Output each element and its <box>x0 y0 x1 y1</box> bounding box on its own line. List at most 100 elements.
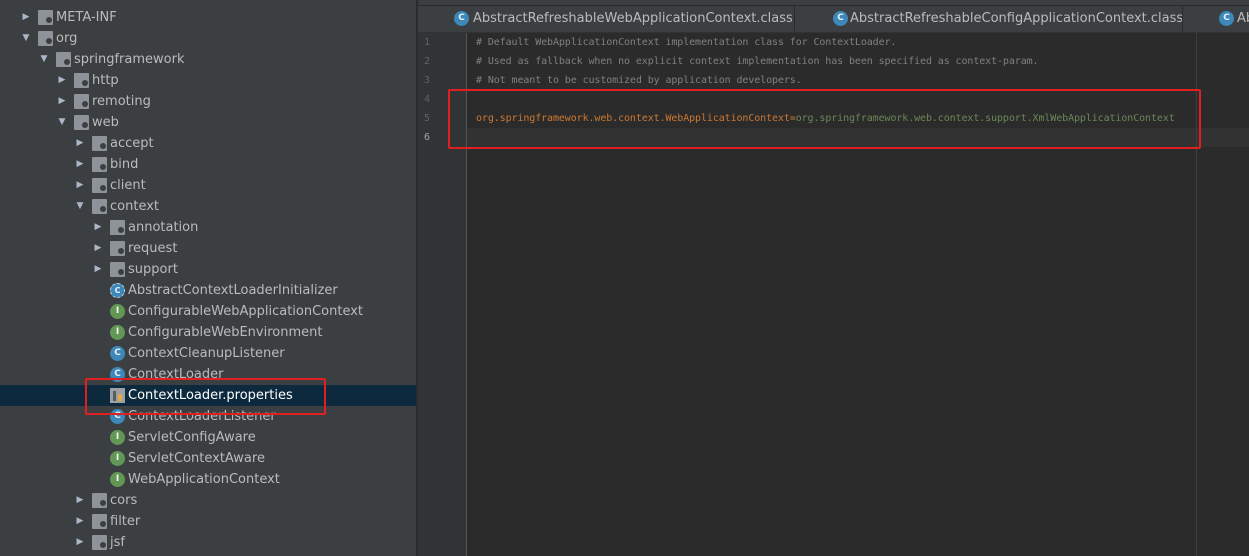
tree-item-label: META-INF <box>56 10 117 25</box>
class-file-icon: C <box>1219 11 1234 26</box>
line-number: 2 <box>423 56 430 67</box>
expand-arrow-right-icon[interactable]: ▶ <box>74 175 86 196</box>
tree-item-label: bind <box>110 157 139 172</box>
folder-icon <box>92 199 107 214</box>
line-number: 4 <box>423 94 430 105</box>
tree-item-label: jsf <box>110 535 125 550</box>
folder-icon <box>92 514 107 529</box>
expand-arrow-right-icon[interactable]: ▶ <box>20 7 32 28</box>
tree-item[interactable]: ▶ cors <box>0 490 416 511</box>
folder-icon <box>110 220 125 235</box>
tree-item[interactable]: ▶ support <box>0 259 416 280</box>
expand-arrow-down-icon[interactable]: ▼ <box>20 28 32 49</box>
tree-item-label: remoting <box>92 94 151 109</box>
tree-item-label: request <box>128 241 178 256</box>
folder-icon <box>74 73 89 88</box>
comment-line[interactable]: # Used as fallback when no explicit cont… <box>476 56 1039 67</box>
tree-item-label: AbstractContextLoaderInitializer <box>128 283 338 298</box>
folder-icon <box>92 136 107 151</box>
tree-item[interactable]: ▼ org <box>0 28 416 49</box>
interface-icon: I <box>110 430 125 445</box>
tree-item-label: client <box>110 178 146 193</box>
tab-overflow[interactable]: C Ab <box>1183 6 1249 32</box>
tab-label: Ab <box>1237 11 1249 26</box>
tree-item-label: springframework <box>74 52 185 67</box>
expand-arrow-right-icon[interactable]: ▶ <box>74 511 86 532</box>
abstract-class-icon: C <box>110 283 125 298</box>
tree-item[interactable]: ▶ filter <box>0 511 416 532</box>
folder-icon <box>110 241 125 256</box>
tab-bar-top-strip <box>418 0 1249 6</box>
line-number: 1 <box>423 37 430 48</box>
interface-icon: I <box>110 451 125 466</box>
expand-arrow-right-icon[interactable]: ▶ <box>74 154 86 175</box>
tree-item-label: ConfigurableWebApplicationContext <box>128 304 364 319</box>
tree-item-label: org <box>56 31 78 46</box>
tree-item-label: ServletContextAware <box>128 451 265 466</box>
tree-item[interactable]: ▶ client <box>0 175 416 196</box>
class-file-icon: C <box>454 11 469 26</box>
folder-icon <box>74 115 89 130</box>
tree-item-label: context <box>110 199 159 214</box>
tab-label: AbstractRefreshableConfigApplicationCont… <box>850 11 1183 26</box>
tree-item-label: ContextCleanupListener <box>128 346 285 361</box>
folder-icon <box>38 10 53 25</box>
tree-item-label: accept <box>110 136 154 151</box>
class-icon: C <box>110 346 125 361</box>
tree-item[interactable]: I ServletConfigAware <box>0 427 416 448</box>
folder-icon <box>92 178 107 193</box>
expand-arrow-down-icon[interactable]: ▼ <box>56 112 68 133</box>
expand-arrow-right-icon[interactable]: ▶ <box>74 490 86 511</box>
tree-item-label: annotation <box>128 220 199 235</box>
line-number-current: 6 <box>423 132 430 143</box>
tree-item-label: support <box>128 262 178 277</box>
editor-highlight-box <box>448 89 1201 149</box>
tree-item[interactable]: ▶ request <box>0 238 416 259</box>
tree-item[interactable]: ▶ bind <box>0 154 416 175</box>
tree-item[interactable]: ▶ jsf <box>0 532 416 553</box>
project-tree-panel[interactable]: ▶ META-INF ▼ org ▼ springframework ▶ http ▶ remot… <box>0 0 416 556</box>
tree-item[interactable]: ▼ context <box>0 196 416 217</box>
tree-item[interactable]: I ServletContextAware <box>0 448 416 469</box>
line-number: 5 <box>423 113 430 124</box>
tab-label: AbstractRefreshableWebApplicationContext… <box>473 11 793 26</box>
tree-item[interactable]: ▼ springframework <box>0 49 416 70</box>
tree-item[interactable]: C ContextCleanupListener <box>0 343 416 364</box>
tree-item-label: web <box>92 115 119 130</box>
expand-arrow-right-icon[interactable]: ▶ <box>92 259 104 280</box>
tree-item[interactable]: I ConfigurableWebApplicationContext <box>0 301 416 322</box>
expand-arrow-right-icon[interactable]: ▶ <box>56 91 68 112</box>
tree-item-label: filter <box>110 514 141 529</box>
tree-item[interactable]: ▶ annotation <box>0 217 416 238</box>
expand-arrow-right-icon[interactable]: ▶ <box>56 70 68 91</box>
comment-line[interactable]: # Default WebApplicationContext implemen… <box>476 37 896 48</box>
tree-item[interactable]: C AbstractContextLoaderInitializer <box>0 280 416 301</box>
tab-abstract-refreshable-web-application-context[interactable]: C AbstractRefreshableWebApplicationConte… <box>438 6 795 32</box>
tree-item-label: WebApplicationContext <box>128 472 280 487</box>
expand-arrow-right-icon[interactable]: ▶ <box>92 217 104 238</box>
expand-arrow-right-icon[interactable]: ▶ <box>74 133 86 154</box>
tree-highlight-box <box>85 378 326 415</box>
tree-item-label: ServletConfigAware <box>128 430 256 445</box>
folder-icon <box>92 535 107 550</box>
comment-line[interactable]: # Not meant to be customized by applicat… <box>476 75 802 86</box>
tree-item[interactable]: ▶ META-INF <box>0 7 416 28</box>
line-number: 3 <box>423 75 430 86</box>
tab-abstract-refreshable-config-application-context[interactable]: C AbstractRefreshableConfigApplicationCo… <box>795 6 1183 32</box>
tree-item[interactable]: I WebApplicationContext <box>0 469 416 490</box>
tree-item[interactable]: ▶ http <box>0 70 416 91</box>
expand-arrow-right-icon[interactable]: ▶ <box>74 532 86 553</box>
tree-item-label: ConfigurableWebEnvironment <box>128 325 323 340</box>
folder-icon <box>92 157 107 172</box>
expand-arrow-down-icon[interactable]: ▼ <box>38 49 50 70</box>
expand-arrow-down-icon[interactable]: ▼ <box>74 196 86 217</box>
interface-icon: I <box>110 304 125 319</box>
tree-item-label: http <box>92 73 119 88</box>
interface-icon: I <box>110 472 125 487</box>
tree-item[interactable]: ▶ remoting <box>0 91 416 112</box>
expand-arrow-right-icon[interactable]: ▶ <box>92 238 104 259</box>
folder-icon <box>38 31 53 46</box>
tree-item[interactable]: ▶ accept <box>0 133 416 154</box>
tree-item[interactable]: I ConfigurableWebEnvironment <box>0 322 416 343</box>
tree-item[interactable]: ▼ web <box>0 112 416 133</box>
